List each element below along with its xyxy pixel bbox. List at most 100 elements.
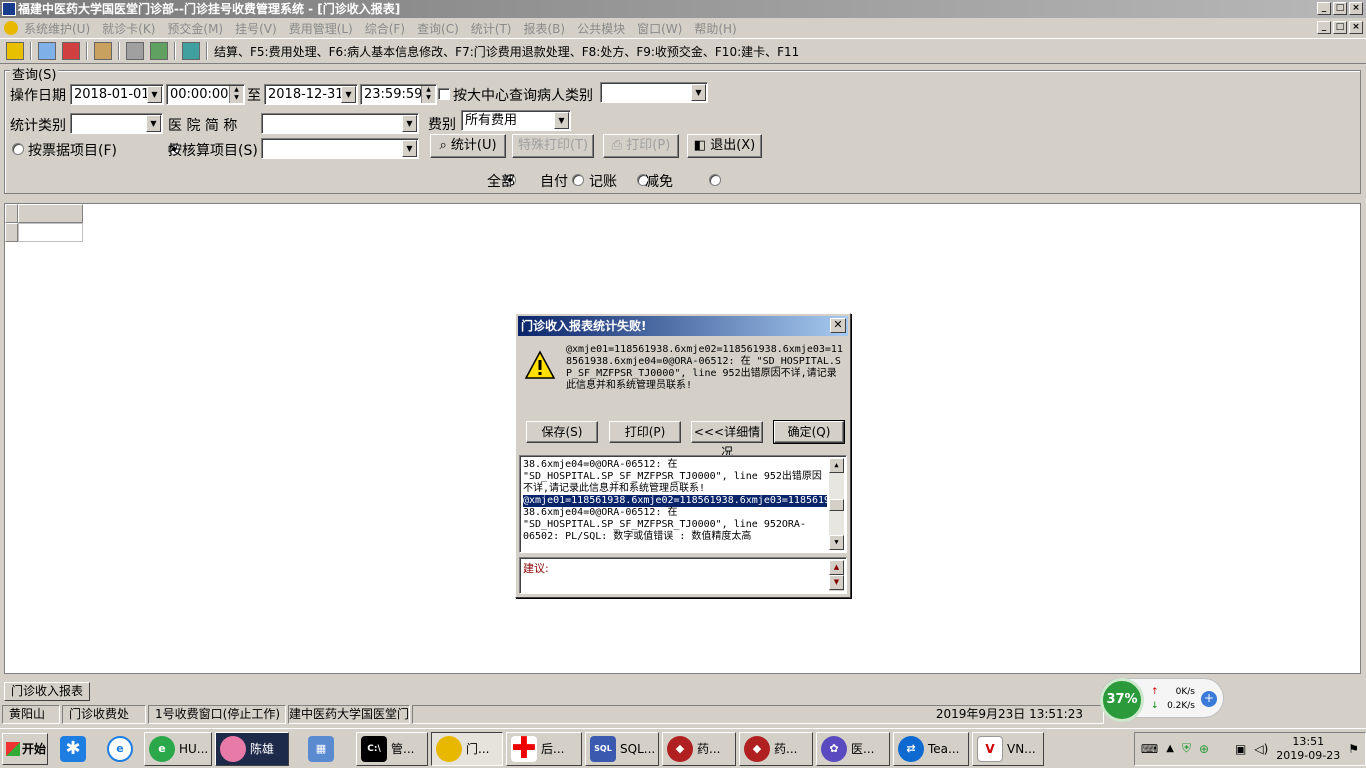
remote-desktop-icon[interactable]: ▦	[308, 735, 334, 762]
dropdown-arrow-icon[interactable]: ▼	[341, 86, 356, 103]
dialog-save-button[interactable]: 保存(S)	[526, 421, 598, 443]
time-from-spinner[interactable]: 00:00:00 ▲ ▼	[166, 84, 245, 105]
center-query-label: 按大中心查询病人类别	[453, 88, 593, 104]
grid-column-header[interactable]	[18, 204, 83, 223]
taskbar-item-pharmacy-2[interactable]: ◆ 药...	[739, 731, 813, 766]
scroll-up-icon[interactable]: ▲	[829, 458, 844, 473]
print-button[interactable]: ⎙ 打印(P)	[603, 134, 679, 158]
volume-icon[interactable]: ◁)	[1254, 742, 1268, 756]
menu-system[interactable]: 系统维护(U)	[24, 20, 90, 37]
menu-general[interactable]: 综合(F)	[365, 20, 405, 37]
menu-window[interactable]: 窗口(W)	[637, 20, 682, 37]
scroll-up-icon[interactable]: ▲	[829, 560, 844, 575]
dropdown-arrow-icon[interactable]: ▼	[554, 112, 569, 129]
taskbar-item-sql[interactable]: SQL SQL...	[585, 731, 659, 766]
minimize-button[interactable]: _	[1317, 2, 1331, 15]
dialog-ok-button[interactable]: 确定(Q)	[773, 420, 845, 444]
mdi-tab[interactable]: 门诊收入报表	[4, 682, 90, 701]
taskbar-item-pharmacy-1[interactable]: ◆ 药...	[662, 731, 736, 766]
dialog-details-button[interactable]: <<<详细情况	[691, 421, 763, 459]
menu-report[interactable]: 报表(B)	[523, 20, 565, 37]
keyboard-icon[interactable]: ⌨	[1141, 742, 1158, 756]
dialog-print-button[interactable]: 打印(P)	[609, 421, 681, 443]
dropdown-arrow-icon[interactable]: ▼	[691, 84, 706, 101]
new-window-icon[interactable]	[38, 42, 56, 60]
detail-line: 38.6xmje04=0@ORA-06512: 在	[523, 507, 678, 518]
table-icon[interactable]	[150, 42, 168, 60]
taskbar-item-hu[interactable]: e HU...	[144, 731, 212, 766]
child-close-button[interactable]: ×	[1349, 21, 1363, 34]
patient-type-select[interactable]: ▼	[600, 82, 708, 103]
account-item-select[interactable]: ▼	[261, 138, 419, 159]
menu-card[interactable]: 就诊卡(K)	[102, 20, 155, 37]
taskbar-item-vnc[interactable]: V VN...	[972, 731, 1044, 766]
status-dept: 门诊收费处	[62, 705, 146, 724]
dropdown-arrow-icon[interactable]: ▼	[402, 115, 417, 132]
date-to-picker[interactable]: 2018-12-31 ▼	[264, 84, 358, 105]
thermometer-icon[interactable]	[6, 42, 24, 60]
notification-flag-icon[interactable]: ⚑	[1348, 742, 1359, 756]
menu-common[interactable]: 公共模块	[577, 20, 625, 37]
security-plus-icon[interactable]: ⊕	[1199, 742, 1209, 756]
grid-row-header[interactable]	[5, 223, 18, 242]
taskbar-item-teamviewer[interactable]: ⇄ Tea...	[893, 731, 969, 766]
special-print-button[interactable]: 特殊打印(T)	[512, 134, 594, 158]
fee-select[interactable]: 所有费用 ▼	[461, 110, 571, 131]
dialog-close-button[interactable]: ✕	[830, 318, 846, 333]
taskbar-item-console[interactable]: C:\ 管...	[356, 731, 428, 766]
stat-type-select[interactable]: ▼	[70, 113, 163, 134]
by-receipt-radio[interactable]	[12, 143, 24, 155]
menu-deposit[interactable]: 预交金(M)	[167, 20, 223, 37]
child-minimize-button[interactable]: _	[1317, 21, 1331, 34]
clock[interactable]: 13:51 2019-09-23	[1276, 735, 1340, 763]
card-icon[interactable]	[62, 42, 80, 60]
exit-button[interactable]: ◧ 退出(X)	[687, 134, 762, 158]
menu-help[interactable]: 帮助(H)	[694, 20, 736, 37]
network-icon[interactable]: ▣	[1235, 742, 1246, 756]
date-from-picker[interactable]: 2018-01-01 ▼	[70, 84, 164, 105]
taskbar-item-outpatient[interactable]: 门...	[431, 731, 503, 766]
scroll-down-icon[interactable]: ▼	[829, 535, 844, 550]
dropdown-arrow-icon[interactable]: ▼	[402, 140, 417, 157]
close-button[interactable]: ×	[1349, 2, 1363, 15]
calculator-icon[interactable]	[126, 42, 144, 60]
ie-browser-icon[interactable]: e	[107, 735, 133, 762]
center-query-checkbox[interactable]	[438, 88, 450, 100]
expand-tray-icon[interactable]: ▲	[1166, 743, 1174, 754]
hospital-select[interactable]: ▼	[261, 113, 419, 134]
menu-fee[interactable]: 费用管理(L)	[289, 20, 353, 37]
menu-register[interactable]: 挂号(V)	[235, 20, 277, 37]
taskbar-item-medical[interactable]: ✿ 医...	[816, 731, 890, 766]
taskbar-item-label: HU...	[179, 741, 209, 756]
spinner-arrows-icon[interactable]: ▲ ▼	[421, 86, 435, 103]
system-tray: ⌨ ▲ ⛨ ⊕ ▣ ◁) 13:51 2019-09-23 ⚑	[1133, 731, 1366, 766]
taskbar-item-backend[interactable]: ✚ 后...	[506, 731, 582, 766]
time-to-spinner[interactable]: 23:59:59 ▲ ▼	[360, 84, 437, 105]
menu-query[interactable]: 查询(C)	[417, 20, 459, 37]
grid-cell[interactable]	[18, 223, 83, 242]
suggestion-textarea[interactable]: 建议: ▲ ▼	[519, 557, 847, 594]
child-restore-button[interactable]: □	[1333, 21, 1347, 34]
book-icon[interactable]	[94, 42, 112, 60]
menu-stats[interactable]: 统计(T)	[471, 20, 512, 37]
detail-scrollbar[interactable]: ▲ ▼	[829, 458, 844, 550]
start-button[interactable]: 开始	[2, 732, 48, 765]
detail-line: 不详,请记录此信息并和系统管理员联系!	[523, 483, 706, 494]
hospital-label: 医 院 简 称	[168, 118, 238, 134]
suggestion-scrollbar[interactable]: ▲ ▼	[829, 560, 844, 591]
exit-icon[interactable]	[182, 42, 200, 60]
network-monitor[interactable]: 37% ↑ 0K/s ↓ 0.2K/s +	[1100, 678, 1224, 722]
restore-button[interactable]: □	[1333, 2, 1347, 15]
taskbar-item-label: 药...	[774, 742, 798, 756]
detail-textarea[interactable]: 38.6xmje04=0@ORA-06512: 在 "SD_HOSPITAL.S…	[519, 455, 847, 553]
taskbar-item-chenxiong[interactable]: 陈雄	[215, 731, 289, 766]
messenger-icon[interactable]: ✱	[60, 735, 86, 762]
stat-button[interactable]: ⌕ 统计(U)	[430, 134, 506, 158]
scroll-down-icon[interactable]: ▼	[829, 575, 844, 590]
dropdown-arrow-icon[interactable]: ▼	[146, 115, 161, 132]
windows-logo-icon	[6, 741, 20, 756]
shield-icon[interactable]: ⛨	[1182, 741, 1191, 756]
plus-icon[interactable]: +	[1201, 691, 1217, 707]
dropdown-arrow-icon[interactable]: ▼	[147, 86, 162, 103]
spinner-arrows-icon[interactable]: ▲ ▼	[229, 86, 243, 103]
